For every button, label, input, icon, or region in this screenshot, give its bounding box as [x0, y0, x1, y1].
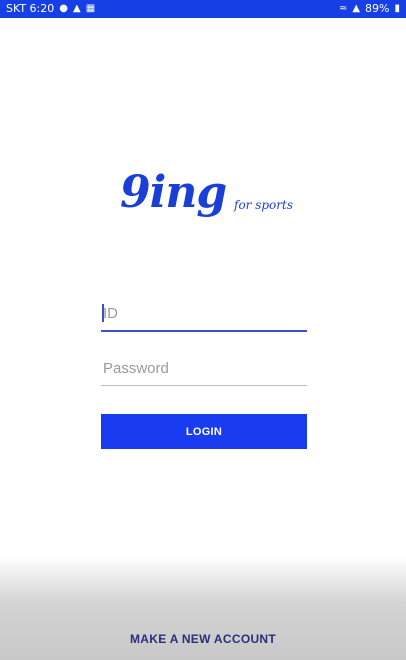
status-right: ≈ ▲ 89% ▮	[339, 0, 400, 18]
status-left: SKT 6:20 ● ▲ ▦	[6, 0, 95, 18]
signal-icon: ▲	[352, 3, 361, 14]
app-logo: 9ing for sports	[120, 168, 310, 238]
battery-icon: ▮	[394, 3, 400, 14]
status-bar: SKT 6:20 ● ▲ ▦ ≈ ▲ 89% ▮	[0, 0, 406, 18]
wifi-icon: ≈	[338, 3, 348, 14]
id-field[interactable]	[101, 300, 307, 332]
logo-main-text: 9ing	[120, 167, 227, 218]
make-new-account-link[interactable]: MAKE A NEW ACCOUNT	[0, 632, 406, 646]
chat-icon: ●	[59, 3, 68, 14]
battery-level: 89%	[365, 2, 390, 15]
id-input[interactable]	[101, 300, 307, 326]
image-icon: ▦	[85, 3, 96, 14]
login-button[interactable]: LOGIN	[101, 414, 307, 449]
notification-icon: ▲	[73, 3, 81, 14]
logo-sub-text: for sports	[234, 198, 293, 212]
carrier-time: SKT 6:20	[6, 2, 55, 15]
password-field[interactable]	[101, 355, 307, 386]
password-input[interactable]	[101, 355, 307, 381]
